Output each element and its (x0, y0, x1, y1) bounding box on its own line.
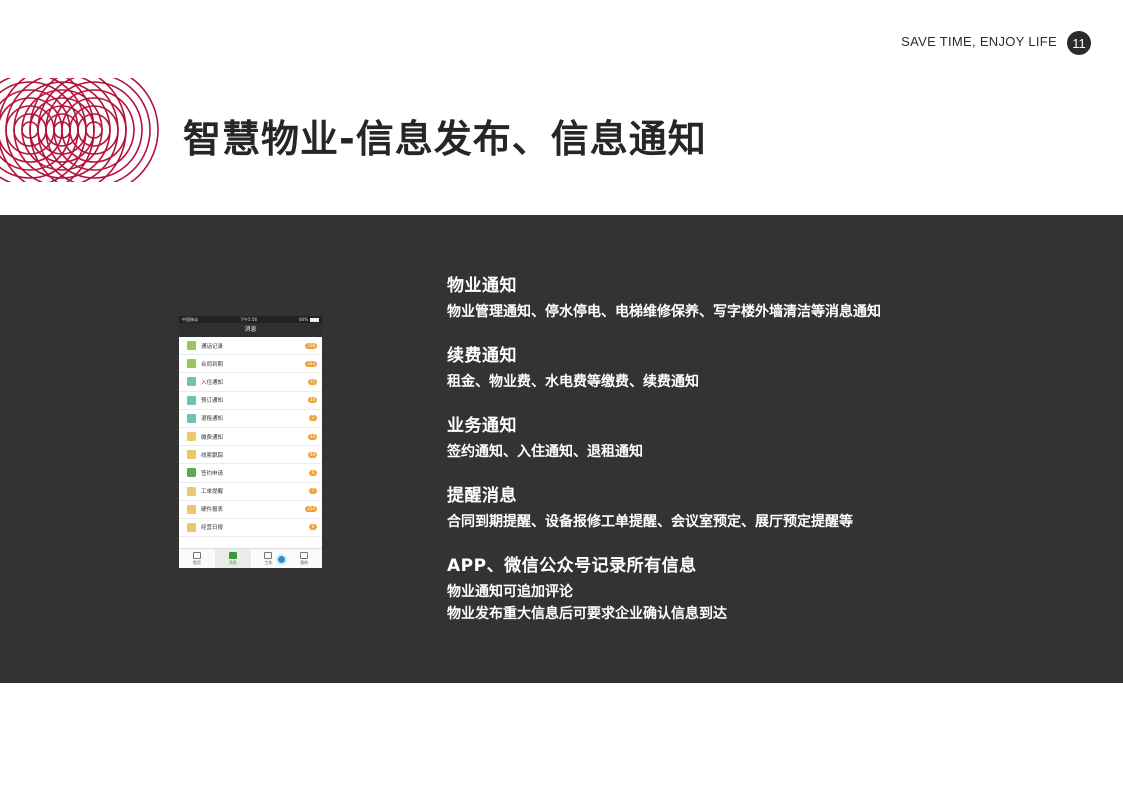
tab-profile[interactable]: 我的 (286, 549, 322, 568)
message-item-label: 通话记录 (201, 343, 224, 350)
message-item-label: 缴费通知 (201, 434, 224, 441)
message-item-label: 硬件报表 (201, 507, 224, 514)
notification-section: 业务通知签约通知、入住通知、退租通知 (447, 416, 1087, 463)
section-description: 租金、物业费、水电费等缴费、续费通知 (447, 374, 699, 390)
count-badge: 40 (307, 451, 317, 458)
section-description: 合同到期提醒、设备报修工单提醒、会议室预定、展厅预定提醒等 (447, 514, 853, 530)
section-title: 续费通知 (447, 346, 517, 366)
circles-graphic (0, 78, 159, 182)
message-list-item[interactable]: 签约申请 6 (179, 464, 322, 483)
section-description: 物业发布重大信息后可要求企业确认信息到达 (447, 606, 727, 622)
message-list-item[interactable]: 入住通知 55 (179, 373, 322, 392)
count-badge: 2 (309, 415, 317, 422)
message-item-label: 线索跟踪 (201, 452, 224, 459)
count-badge: 232 (305, 506, 317, 513)
phone-nav-title: 消息 (179, 323, 322, 337)
notification-section: 续费通知租金、物业费、水电费等缴费、续费通知 (447, 346, 1087, 393)
message-icon (228, 551, 237, 559)
checkout-icon (187, 413, 196, 423)
tab-label: 我的 (300, 559, 309, 565)
notification-sections: 物业通知物业管理通知、停水停电、电梯维修保养、写字楼外墙清洁等消息通知续费通知租… (447, 276, 1087, 648)
message-list-item[interactable]: 线索跟踪 40 (179, 446, 322, 465)
tab-label: 工作 (264, 559, 273, 565)
sign-icon (187, 468, 196, 478)
count-badge: 6 (309, 524, 317, 531)
phone-log-icon (187, 341, 196, 351)
work-icon (264, 551, 273, 559)
report-icon (187, 522, 196, 532)
message-item-label: 入住通知 (201, 379, 224, 386)
status-time: 下午5:56 (240, 316, 258, 322)
payment-icon (187, 432, 196, 442)
lead-icon (187, 450, 196, 460)
count-badge: 34 (307, 433, 317, 440)
phone-screenshot: 中国移动 下午5:56 84% 消息 通话记录 156 合同到期 333 入住通知 55 预… (179, 316, 322, 568)
message-list-item[interactable]: 合同到期 333 (179, 355, 322, 374)
section-description: 物业管理通知、停水停电、电梯维修保养、写字楼外墙清洁等消息通知 (447, 304, 881, 320)
battery-icon (310, 318, 319, 322)
header-tagline: SAVE TIME, ENJOY LIFE (901, 34, 1057, 49)
message-item-label: 预订通知 (201, 398, 224, 405)
count-badge: 156 (305, 342, 317, 349)
floating-action-button[interactable] (276, 554, 287, 565)
section-title: 物业通知 (447, 276, 517, 296)
section-title: 提醒消息 (447, 486, 517, 506)
section-description: 物业通知可追加评论 (447, 584, 573, 600)
status-carrier: 中国移动 (182, 316, 198, 322)
hardware-icon (187, 504, 196, 514)
count-badge: 6 (309, 469, 317, 476)
notification-section: 提醒消息合同到期提醒、设备报修工单提醒、会议室预定、展厅预定提醒等 (447, 486, 1087, 533)
tab-message[interactable]: 消息 (214, 549, 251, 568)
message-list-item[interactable]: 硬件报表 232 (179, 501, 322, 519)
section-title: APP、微信公众号记录所有信息 (447, 556, 697, 576)
message-item-label: 经营日报 (201, 525, 224, 532)
workorder-icon (187, 486, 196, 496)
message-list-item[interactable]: 退租通知 2 (179, 410, 322, 428)
message-list-item[interactable]: 工单提醒 7 (179, 483, 322, 501)
contract-icon (187, 359, 196, 369)
tab-label: 首页 (192, 559, 201, 565)
deco-ring (0, 89, 71, 171)
status-battery-group: 84% (299, 317, 319, 322)
checkin-icon (187, 377, 196, 387)
tab-home[interactable]: 首页 (179, 549, 215, 568)
message-list-item[interactable]: 通话记录 156 (179, 337, 322, 356)
message-item-label: 合同到期 (201, 361, 224, 368)
message-item-label: 工单提醒 (201, 489, 224, 496)
home-icon (192, 551, 201, 559)
message-list-item[interactable]: 预订通知 14 (179, 392, 322, 410)
page-title: 智慧物业-信息发布、信息通知 (183, 117, 707, 161)
count-badge: 14 (307, 397, 317, 404)
concentric-circles-decoration (0, 78, 165, 182)
booking-icon (187, 395, 196, 405)
message-item-label: 签约申请 (201, 470, 224, 477)
section-title: 业务通知 (447, 416, 517, 436)
phone-status-bar: 中国移动 下午5:56 84% (179, 316, 322, 323)
phone-tab-bar: 首页 消息 工作 我的 (179, 548, 322, 568)
page-number-badge: 11 (1067, 31, 1091, 55)
status-battery: 84% (299, 317, 308, 322)
tab-label: 消息 (228, 559, 237, 565)
profile-icon (300, 551, 309, 559)
message-item-label: 退租通知 (201, 416, 224, 423)
message-list-item[interactable]: 经营日报 6 (179, 519, 322, 538)
message-list-item[interactable]: 缴费通知 34 (179, 428, 322, 447)
notification-section: 物业通知物业管理通知、停水停电、电梯维修保养、写字楼外墙清洁等消息通知 (447, 276, 1087, 323)
section-description: 签约通知、入住通知、退租通知 (447, 444, 643, 460)
count-badge: 55 (307, 378, 317, 385)
message-list: 通话记录 156 合同到期 333 入住通知 55 预订通知 14 退租通知 2 缴费通知 34 线索跟… (179, 337, 322, 538)
count-badge: 333 (305, 360, 317, 367)
count-badge: 7 (309, 488, 317, 495)
notification-section: APP、微信公众号记录所有信息物业通知可追加评论物业发布重大信息后可要求企业确认… (447, 556, 1087, 625)
